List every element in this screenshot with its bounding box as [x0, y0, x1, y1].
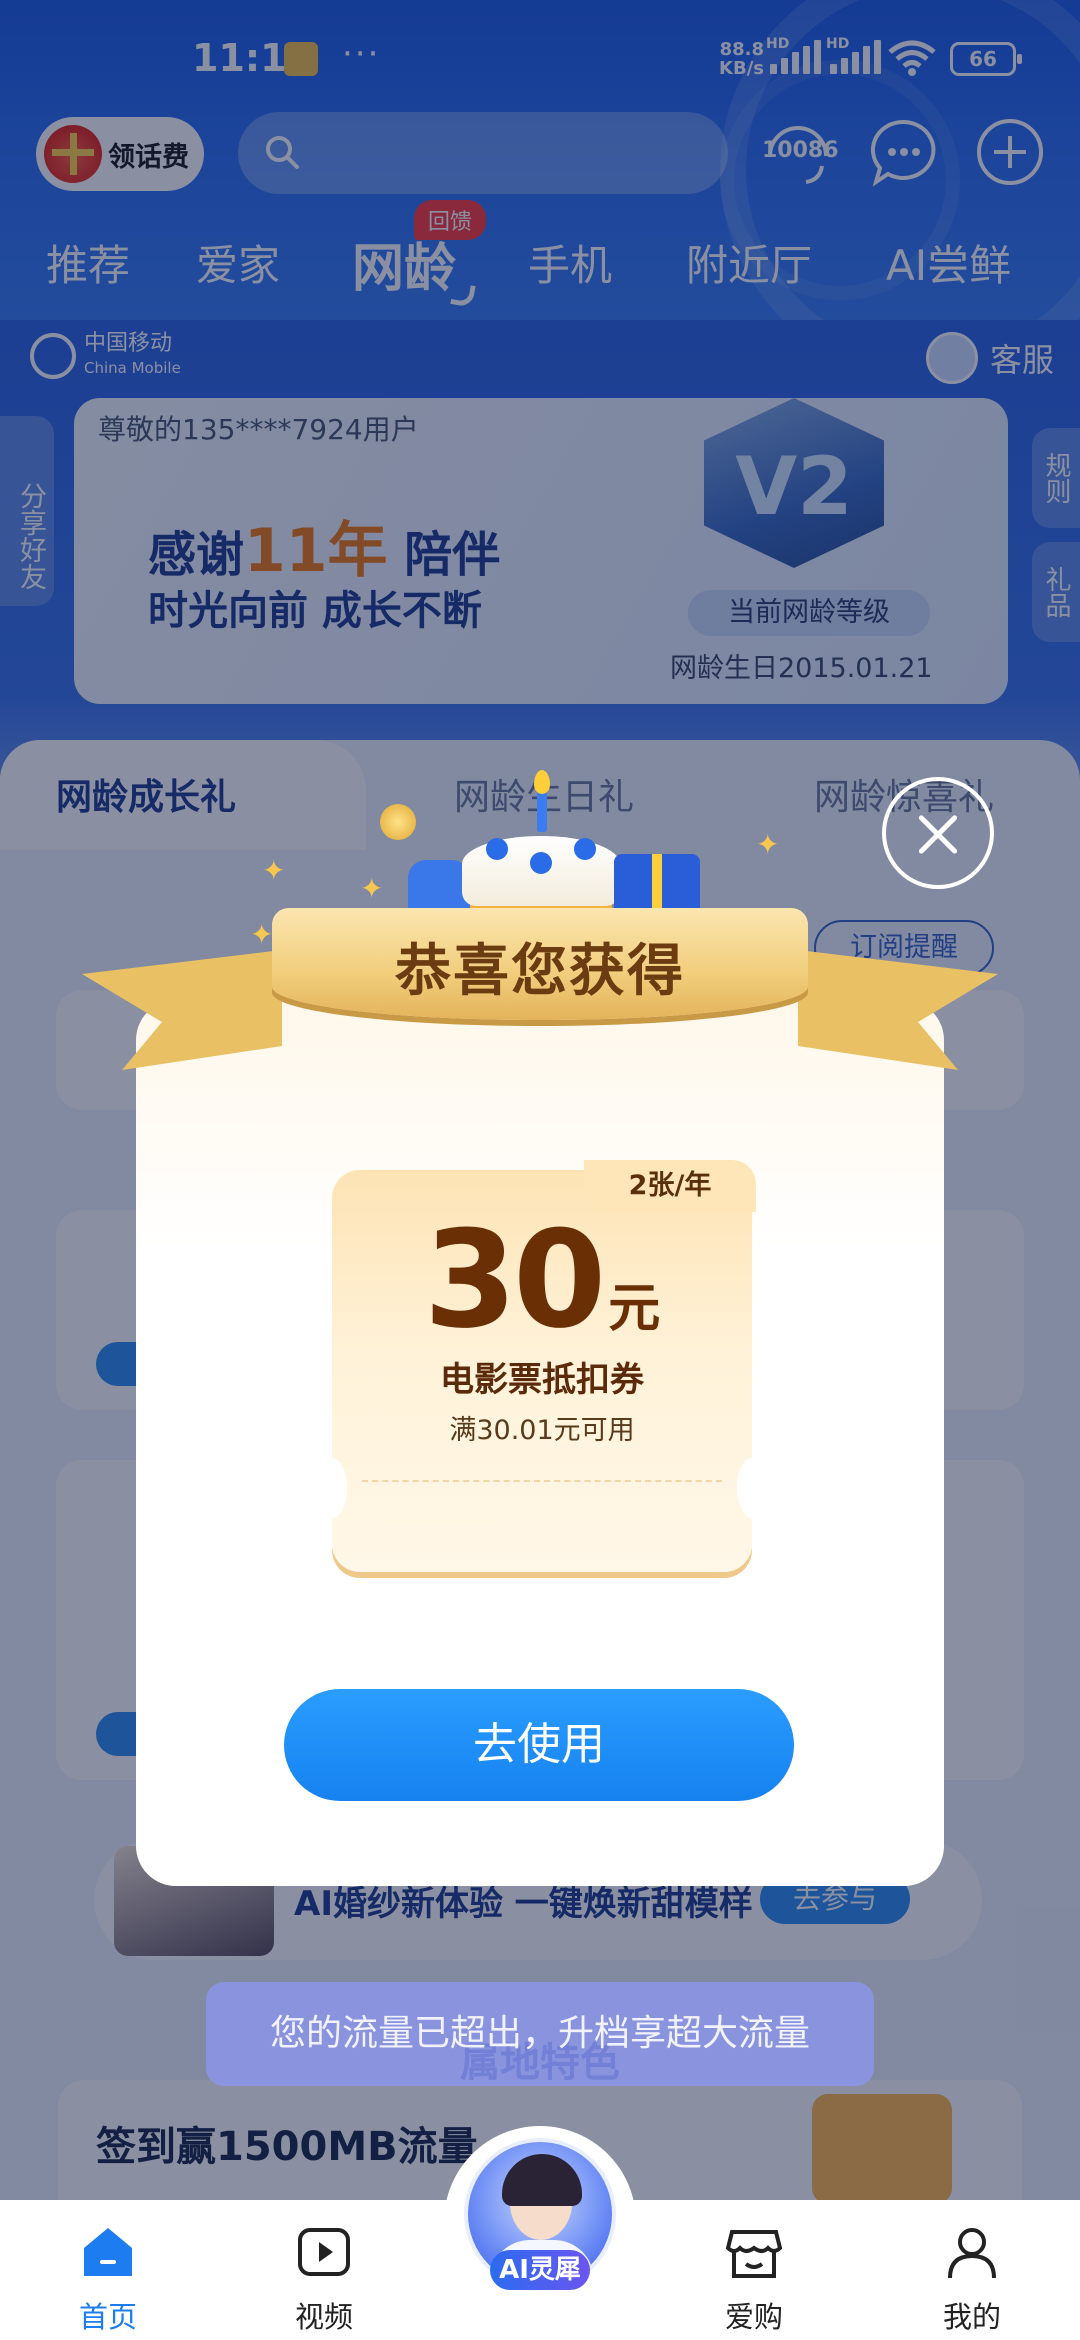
nav-video-label: 视频 [294, 2300, 353, 2334]
coupon-value: 30 [423, 1202, 606, 1358]
nav-home-label: 首页 [78, 2300, 137, 2334]
nav-shop-label: 爱购 [724, 2300, 783, 2334]
flame-icon [534, 770, 550, 794]
sparkle-icon: ✦ [250, 918, 274, 951]
nav-home[interactable]: 首页 [48, 2222, 168, 2336]
ai-assistant-label: AI灵犀 [490, 2250, 590, 2290]
candle-icon [537, 792, 547, 832]
gift-box-icon [614, 854, 700, 916]
coupon-condition: 满30.01元可用 [449, 1415, 635, 1446]
nav-profile-label: 我的 [942, 2300, 1001, 2334]
nav-video[interactable]: 视频 [264, 2222, 384, 2336]
home-icon [84, 2228, 132, 2276]
coin-icon [380, 804, 416, 840]
use-coupon-button[interactable]: 去使用 [284, 1689, 794, 1801]
coupon-divider [362, 1480, 722, 1482]
cake-decoration [574, 838, 596, 860]
sparkle-icon: ✦ [360, 872, 384, 905]
shop-icon [725, 2230, 783, 2278]
modal-title: 恭喜您获得 [395, 939, 685, 1004]
profile-icon [948, 2228, 996, 2279]
sparkle-icon: ✦ [756, 828, 780, 861]
close-modal-button[interactable] [882, 777, 994, 889]
cake-decoration [530, 852, 552, 874]
coupon-name: 电影票抵扣券 [440, 1360, 644, 1400]
video-icon [298, 2228, 350, 2276]
ai-avatar-hair [502, 2154, 582, 2206]
cake-decoration [486, 838, 508, 860]
coupon-amount: 30 元 [332, 1202, 752, 1358]
sparkle-icon: ✦ [262, 854, 286, 887]
coupon-unit: 元 [608, 1279, 661, 1339]
nav-profile[interactable]: 我的 [912, 2222, 1032, 2336]
data-overage-toast: 您的流量已超出，升档享超大流量 [206, 1982, 874, 2086]
nav-shop[interactable]: 爱购 [694, 2222, 814, 2336]
